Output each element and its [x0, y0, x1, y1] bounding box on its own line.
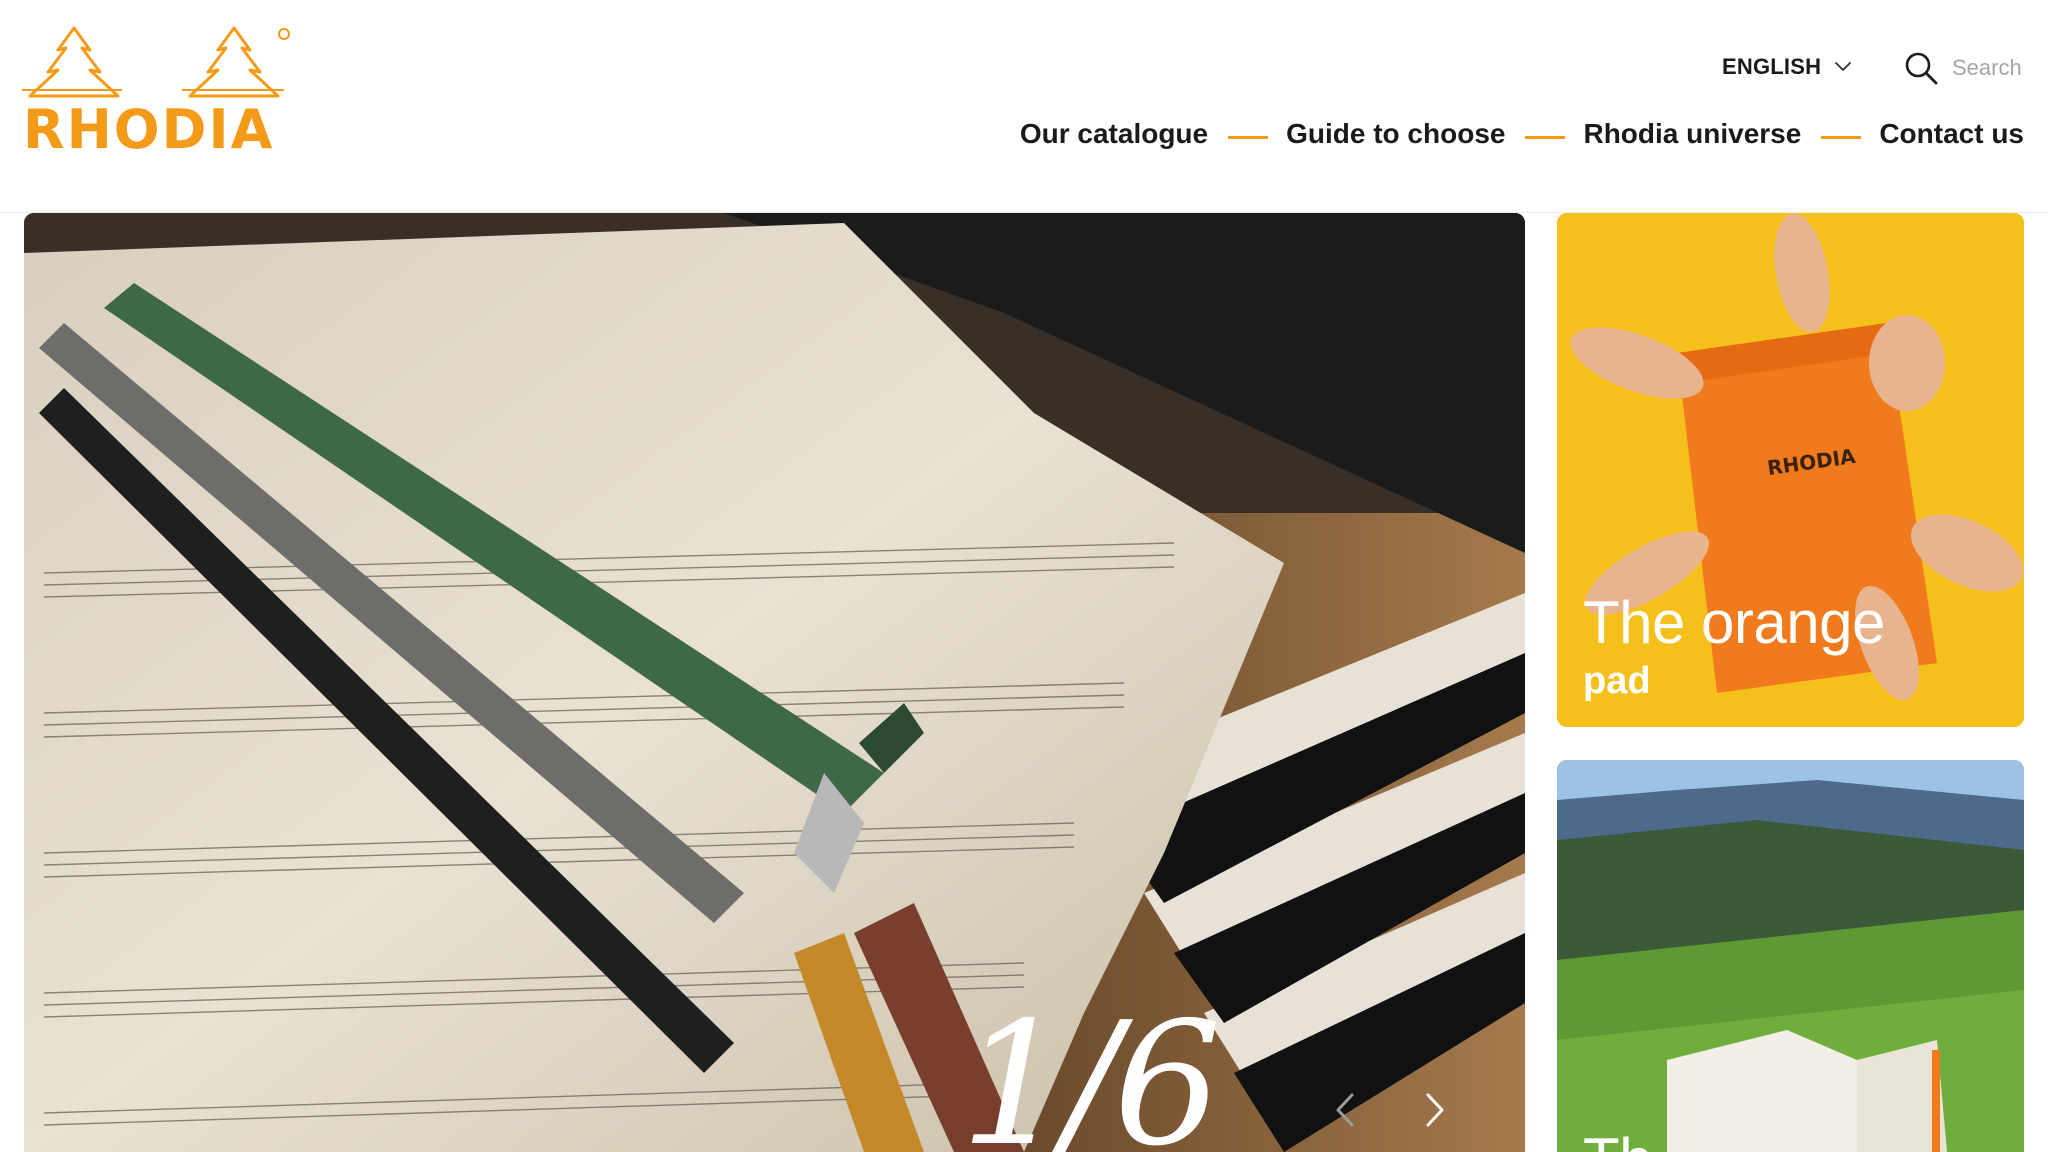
nav-our-catalogue[interactable]: Our catalogue	[1020, 118, 1208, 150]
slider-prev-button[interactable]	[1325, 1090, 1365, 1130]
language-label: ENGLISH	[1722, 54, 1822, 79]
language-selector[interactable]: ENGLISH	[1722, 52, 1852, 82]
card-title-light: Th	[1583, 1130, 1653, 1152]
card-title: The orange pad	[1583, 593, 1885, 705]
rhodia-logo[interactable]: RHODIA	[22, 24, 312, 161]
nav-separator	[1525, 135, 1566, 139]
nav-separator	[1228, 135, 1269, 139]
search-box[interactable]	[1904, 48, 2048, 88]
chevron-down-icon	[1835, 62, 1852, 71]
chevron-right-icon	[1426, 1093, 1444, 1127]
card-title-bold: pad	[1583, 660, 1651, 702]
hero-slider[interactable]	[24, 213, 1525, 1152]
hero-image-pens-on-sheet-music	[24, 213, 1525, 1152]
card-title-light: The orange	[1583, 589, 1885, 656]
card-orange-pad[interactable]: RHODIA The orange pad	[1557, 213, 2024, 727]
card-landscape[interactable]: Th	[1557, 760, 2024, 1152]
search-icon[interactable]	[1904, 51, 1938, 85]
rhodia-logo-mark: RHODIA	[22, 26, 290, 161]
logo-wordmark: RHODIA	[23, 98, 274, 154]
nav-guide-to-choose[interactable]: Guide to choose	[1286, 118, 1505, 150]
nav-separator	[1821, 135, 1862, 139]
card-title: Th	[1583, 1130, 1653, 1152]
chevron-left-icon	[1336, 1093, 1354, 1127]
slider-next-button[interactable]	[1415, 1090, 1455, 1130]
nav-rhodia-universe[interactable]: Rhodia universe	[1583, 118, 1801, 150]
site-header: RHODIA ENGLISH Our catalogue Guide to ch…	[0, 0, 2048, 212]
search-input[interactable]	[1952, 55, 2048, 81]
mountain-landscape-image	[1557, 760, 2024, 1152]
slide-counter: 1/6	[960, 986, 1222, 1152]
main-navigation: Our catalogue Guide to choose Rhodia uni…	[1020, 118, 2024, 150]
nav-contact-us[interactable]: Contact us	[1879, 118, 2024, 150]
